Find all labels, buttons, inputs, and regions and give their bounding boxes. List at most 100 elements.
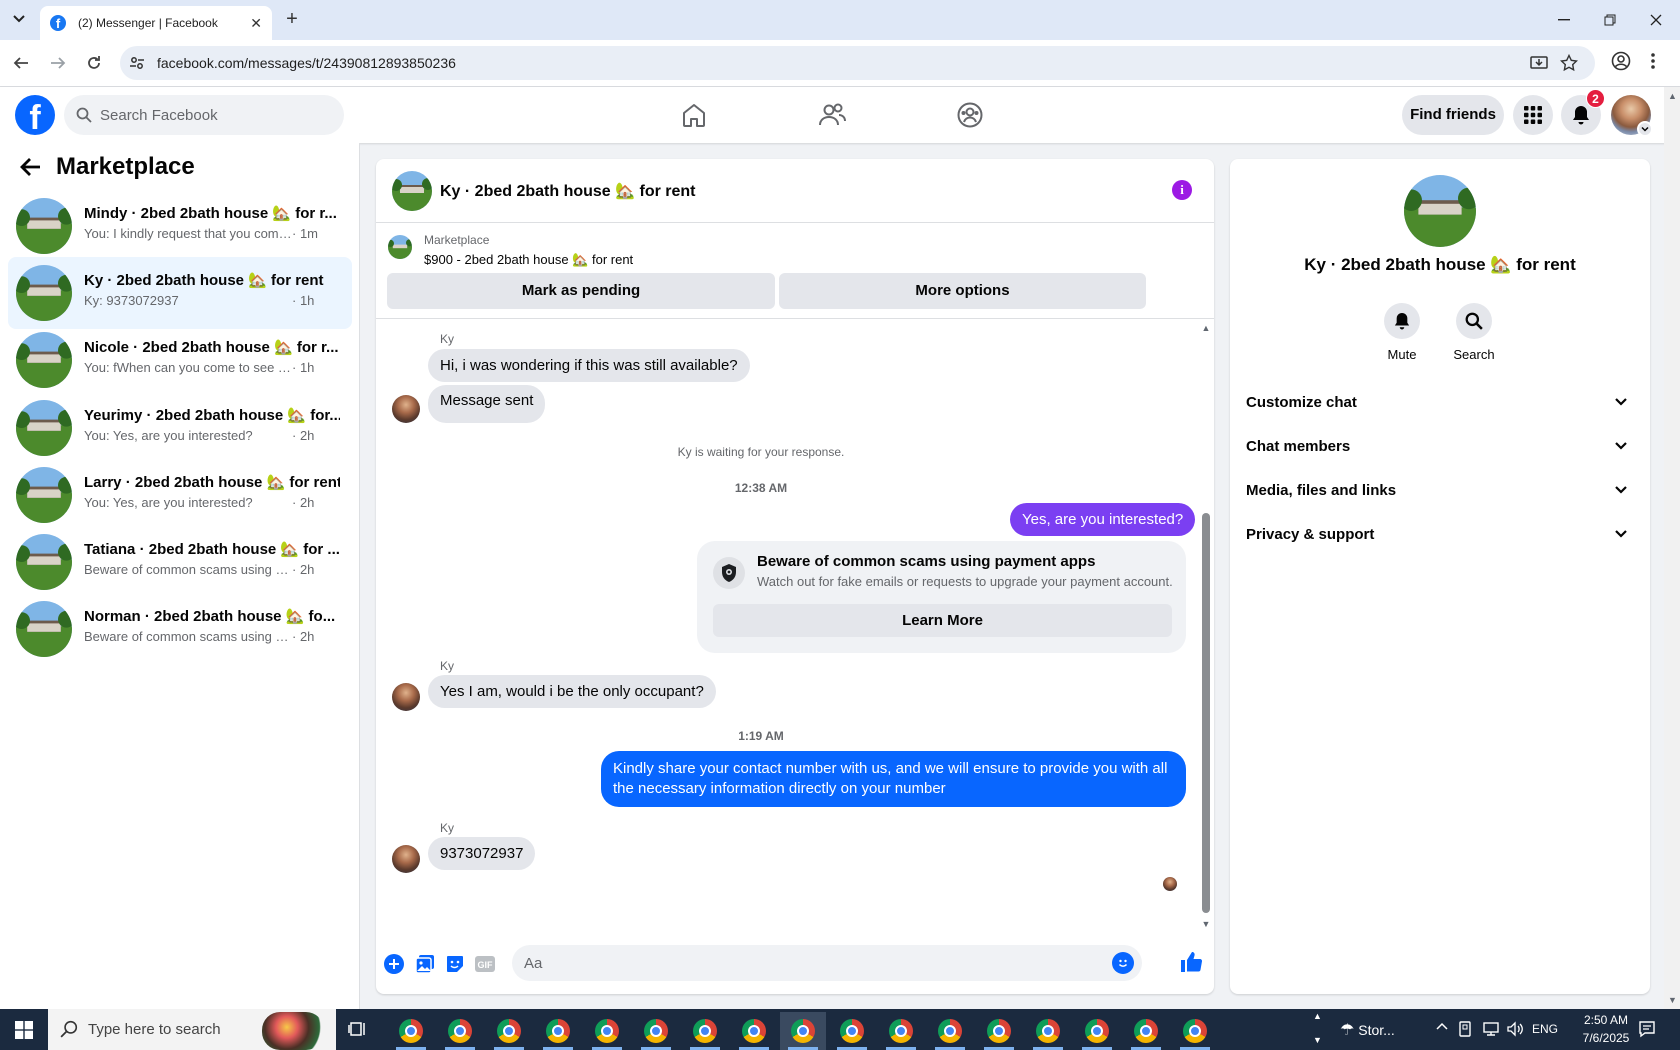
conversation-item[interactable]: Mindy · 2bed 2bath house 🏡 for r... You: …: [8, 190, 352, 262]
chrome-taskbar-icon[interactable]: [1074, 1012, 1120, 1050]
task-view-icon[interactable]: [348, 1019, 368, 1039]
chat-title[interactable]: Ky · 2bed 2bath house 🏡 for rent: [440, 181, 696, 201]
tab-search-dropdown-icon[interactable]: [9, 9, 29, 29]
site-info-icon[interactable]: [129, 55, 145, 71]
chrome-taskbar-icon[interactable]: [584, 1012, 630, 1050]
taskbar-scroll-down-icon[interactable]: ▼: [1313, 1035, 1322, 1045]
back-arrow-icon[interactable]: [20, 157, 42, 177]
back-icon[interactable]: [10, 52, 32, 74]
search-highlight-image[interactable]: [262, 1012, 324, 1050]
outgoing-message[interactable]: Kindly share your contact number with us…: [601, 751, 1186, 807]
find-friends-button[interactable]: Find friends: [1402, 95, 1504, 135]
browser-menu-icon[interactable]: [1650, 51, 1656, 71]
account-chevron-icon[interactable]: [1637, 121, 1653, 137]
chrome-taskbar-icon[interactable]: [633, 1012, 679, 1050]
conversation-item[interactable]: Tatiana · 2bed 2bath house 🏡 for ... Bewa…: [8, 526, 352, 598]
tray-device-icon[interactable]: [1458, 1021, 1472, 1037]
search-in-chat-button[interactable]: Search: [1444, 303, 1504, 362]
show-hidden-icons-icon[interactable]: [1436, 1021, 1448, 1031]
url-text[interactable]: facebook.com/messages/t/2439081289385023…: [157, 55, 456, 71]
chrome-taskbar-icon[interactable]: [682, 1012, 728, 1050]
clock-date[interactable]: 7/6/2025: [1576, 1031, 1636, 1045]
conversation-item[interactable]: Yeurimy · 2bed 2bath house 🏡 for... You: …: [8, 392, 352, 464]
nav-friends[interactable]: [776, 95, 888, 135]
address-bar[interactable]: facebook.com/messages/t/2439081289385023…: [120, 46, 1595, 80]
chat-house-thumbnail[interactable]: [392, 171, 432, 211]
nav-groups[interactable]: [914, 95, 1026, 135]
message-input[interactable]: [524, 945, 1094, 981]
language-indicator[interactable]: ENG: [1532, 1022, 1558, 1036]
tab-close-icon[interactable]: ✕: [250, 15, 262, 32]
chrome-taskbar-icon[interactable]: [388, 1012, 434, 1050]
chrome-taskbar-icon[interactable]: [535, 1012, 581, 1050]
new-tab-icon[interactable]: +: [282, 9, 302, 30]
reload-icon[interactable]: [83, 52, 105, 74]
scroll-down-icon[interactable]: ▼: [1200, 919, 1212, 929]
chat-scrollbar-thumb[interactable]: [1202, 513, 1210, 913]
chrome-taskbar-icon[interactable]: [486, 1012, 532, 1050]
mark-as-pending-button[interactable]: Mark as pending: [387, 273, 775, 309]
gif-icon[interactable]: GIF: [473, 952, 497, 976]
more-options-button[interactable]: More options: [779, 273, 1146, 309]
install-app-icon[interactable]: [1530, 54, 1548, 72]
conversation-item[interactable]: Norman · 2bed 2bath house 🏡 fo... Beware …: [8, 593, 352, 665]
facebook-search-input[interactable]: [100, 95, 330, 135]
chrome-taskbar-icon[interactable]: [1172, 1012, 1218, 1050]
browser-tab[interactable]: f (2) Messenger | Facebook ✕: [40, 6, 272, 40]
chrome-taskbar-icon[interactable]: [731, 1012, 777, 1050]
mute-button[interactable]: Mute: [1372, 303, 1432, 362]
notifications-center-icon[interactable]: [1638, 1020, 1656, 1038]
page-scroll-up-icon[interactable]: ▲: [1668, 91, 1677, 101]
learn-more-button[interactable]: Learn More: [713, 604, 1172, 637]
thumbs-up-icon[interactable]: [1179, 950, 1203, 974]
listing-title[interactable]: $900 - 2bed 2bath house 🏡 for rent: [424, 252, 633, 268]
nav-home[interactable]: [638, 95, 750, 135]
message-input-box[interactable]: [512, 945, 1142, 981]
emoji-icon[interactable]: [1112, 952, 1134, 974]
chrome-taskbar-icon[interactable]: [780, 1012, 826, 1050]
customize-chat-section[interactable]: Customize chat: [1238, 381, 1642, 425]
outgoing-message[interactable]: Yes, are you interested?: [1010, 503, 1196, 536]
chrome-taskbar-icon[interactable]: [976, 1012, 1022, 1050]
incoming-message[interactable]: Yes I am, would i be the only occupant?: [428, 675, 716, 708]
media-files-links-section[interactable]: Media, files and links: [1238, 469, 1642, 513]
privacy-support-section[interactable]: Privacy & support: [1238, 513, 1642, 557]
chrome-taskbar-icon[interactable]: [878, 1012, 924, 1050]
bookmark-star-icon[interactable]: [1560, 54, 1578, 72]
conversation-item[interactable]: Ky · 2bed 2bath house 🏡 for rent Ky: 9373…: [8, 257, 352, 330]
weather-widget[interactable]: ☂ Stor...: [1340, 1020, 1395, 1040]
sticker-icon[interactable]: [443, 952, 467, 976]
page-scrollbar[interactable]: ▲ ▼: [1664, 87, 1680, 1009]
close-window-icon[interactable]: [1644, 8, 1668, 32]
menu-button[interactable]: [1513, 95, 1553, 135]
chrome-taskbar-icon[interactable]: [1025, 1012, 1071, 1050]
volume-icon[interactable]: [1506, 1021, 1524, 1037]
attach-photo-icon[interactable]: [413, 952, 437, 976]
forward-icon[interactable]: [47, 52, 69, 74]
chrome-taskbar-icon[interactable]: [829, 1012, 875, 1050]
details-house-thumbnail[interactable]: [1404, 175, 1476, 247]
browser-profile-icon[interactable]: [1611, 51, 1631, 71]
plus-circle-icon[interactable]: [382, 952, 406, 976]
sender-avatar[interactable]: [392, 395, 420, 423]
chrome-taskbar-icon[interactable]: [1123, 1012, 1169, 1050]
incoming-message[interactable]: 9373072937: [428, 837, 536, 870]
conversation-item[interactable]: Nicole · 2bed 2bath house 🏡 for r... You:…: [8, 324, 352, 396]
sender-avatar[interactable]: [392, 845, 420, 873]
chrome-taskbar-icon[interactable]: [437, 1012, 483, 1050]
network-icon[interactable]: [1482, 1021, 1500, 1037]
listing-thumbnail[interactable]: [388, 235, 412, 259]
incoming-message[interactable]: Hi, i was wondering if this was still av…: [428, 349, 750, 382]
sender-avatar[interactable]: [392, 683, 420, 711]
page-scroll-down-icon[interactable]: ▼: [1668, 995, 1677, 1005]
info-icon[interactable]: i: [1172, 180, 1192, 200]
chrome-taskbar-icon[interactable]: [927, 1012, 973, 1050]
taskbar-scroll-up-icon[interactable]: ▲: [1313, 1011, 1322, 1021]
scroll-up-icon[interactable]: ▲: [1200, 323, 1212, 333]
facebook-logo-icon[interactable]: f: [15, 95, 55, 135]
facebook-search[interactable]: [64, 95, 344, 135]
restore-icon[interactable]: [1598, 8, 1622, 32]
conversation-item[interactable]: Larry · 2bed 2bath house 🏡 for rent You: …: [8, 459, 352, 531]
windows-start-icon[interactable]: [0, 1009, 48, 1050]
chat-members-section[interactable]: Chat members: [1238, 425, 1642, 469]
